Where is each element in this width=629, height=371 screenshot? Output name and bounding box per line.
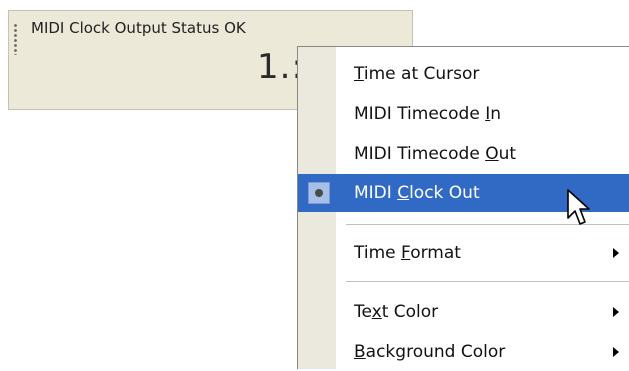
menu-item-label: Time at Cursor <box>354 64 480 84</box>
menu-item-time-format[interactable]: Time Format <box>298 234 629 272</box>
menu-item-text-color[interactable]: Text Color <box>298 293 629 331</box>
status-text: MIDI Clock Output Status OK <box>31 19 246 37</box>
radio-dot-icon <box>308 182 330 204</box>
menu-separator <box>346 281 629 282</box>
submenu-arrow-icon <box>613 307 619 317</box>
menu-item-midi-timecode-out[interactable]: MIDI Timecode Out <box>298 135 629 173</box>
menu-item-label: MIDI Clock Out <box>354 183 480 203</box>
menu-item-time-at-cursor[interactable]: Time at Cursor <box>298 55 629 93</box>
menu-item-label: MIDI Timecode Out <box>354 144 517 164</box>
grip-dots-icon[interactable] <box>13 23 19 55</box>
menu-item-label: Time Format <box>354 243 461 263</box>
menu-item-background-color[interactable]: Background Color <box>298 333 629 371</box>
submenu-arrow-icon <box>613 347 619 357</box>
menu-item-midi-timecode-in[interactable]: MIDI Timecode In <box>298 95 629 133</box>
menu-item-label: MIDI Timecode In <box>354 104 501 124</box>
arrow-cursor-icon <box>567 189 590 225</box>
submenu-arrow-icon <box>613 248 619 258</box>
menu-item-label: Text Color <box>354 302 439 322</box>
menu-item-label: Background Color <box>354 342 506 362</box>
